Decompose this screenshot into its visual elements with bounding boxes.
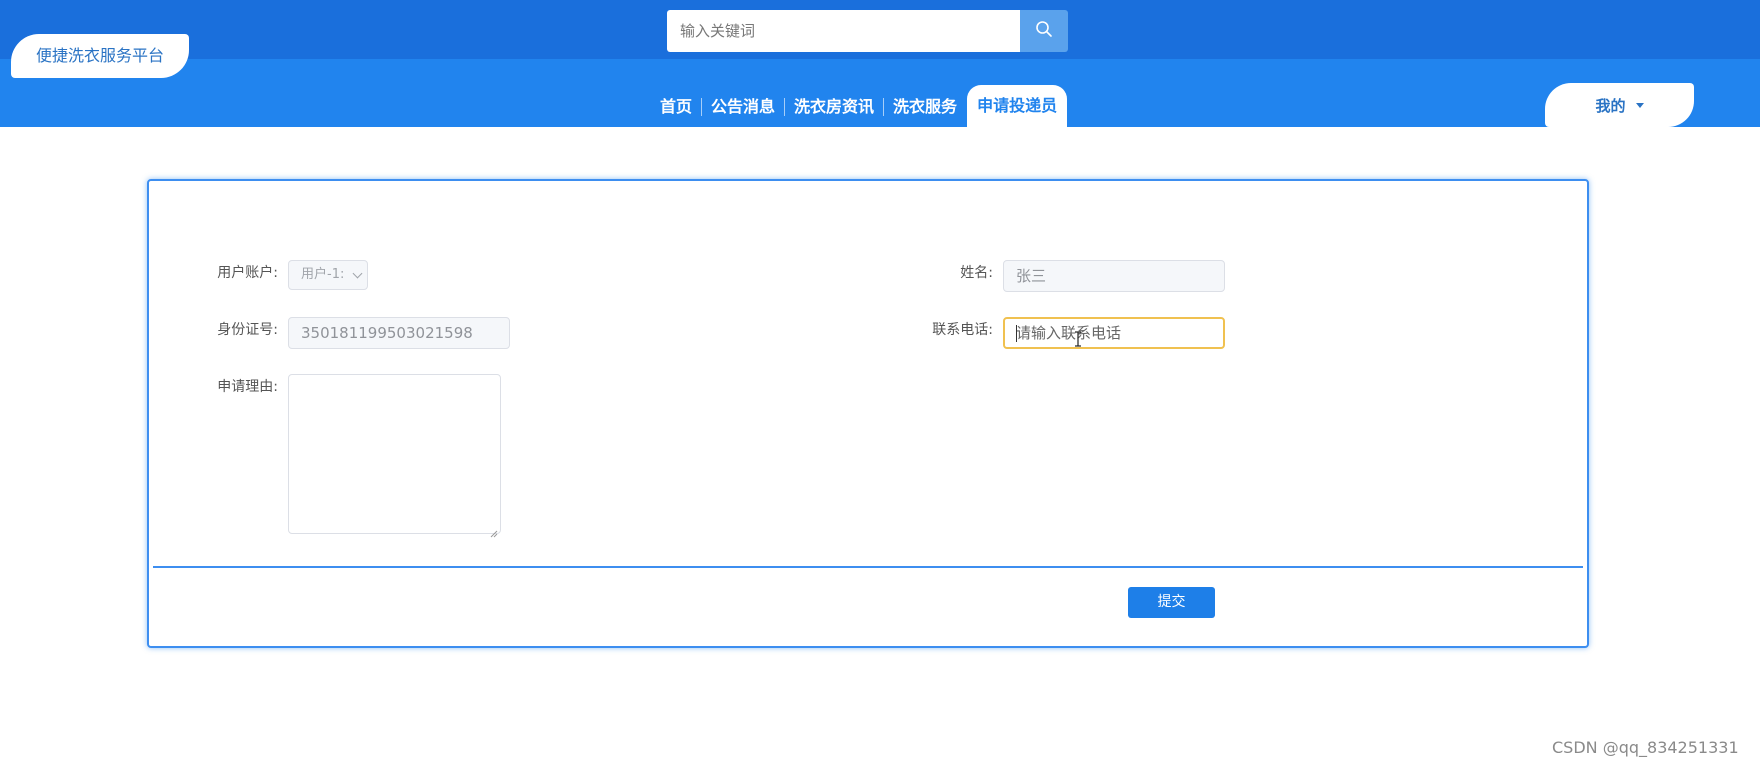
- phone-input[interactable]: 请输入联系电话: [1003, 317, 1225, 349]
- nav-item-home[interactable]: 首页: [660, 96, 692, 118]
- caret-down-icon: [1635, 102, 1644, 108]
- nav-item-laundry-service[interactable]: 洗衣服务: [893, 96, 957, 118]
- site-logo[interactable]: 便捷洗衣服务平台: [11, 34, 189, 78]
- nav-divider: [883, 98, 885, 116]
- user-account-label: 用户账户:: [217, 265, 278, 281]
- nav-divider: [784, 98, 786, 116]
- resize-handle-icon[interactable]: [490, 523, 498, 538]
- phone-placeholder: 请输入联系电话: [1016, 324, 1122, 342]
- search-box: [667, 10, 1068, 52]
- main-nav: 首页 公告消息 洗衣房资讯 洗衣服务 申请投递员: [660, 85, 1068, 127]
- nav-divider: [701, 98, 703, 116]
- nav-item-announcements[interactable]: 公告消息: [711, 96, 775, 118]
- id-number-field[interactable]: 350181199503021598: [288, 317, 510, 349]
- form-divider: [153, 566, 1583, 568]
- search-button[interactable]: [1020, 10, 1068, 52]
- site-header: 便捷洗衣服务平台 首页 公告消息 洗衣房资讯 洗衣服务 申请投递员 我的: [0, 0, 1760, 127]
- chevron-down-icon: [352, 268, 363, 279]
- search-input[interactable]: [667, 10, 1020, 52]
- name-field[interactable]: 张三: [1003, 260, 1225, 292]
- nav-item-apply-courier[interactable]: 申请投递员: [967, 85, 1068, 127]
- i-beam-cursor-icon: [1074, 331, 1082, 347]
- user-menu-label: 我的: [1595, 96, 1626, 115]
- nav-item-laundry-news[interactable]: 洗衣房资讯: [794, 96, 874, 118]
- reason-label: 申请理由:: [217, 379, 278, 395]
- phone-label: 联系电话:: [932, 322, 993, 338]
- submit-button[interactable]: 提交: [1128, 587, 1215, 618]
- reason-textarea[interactable]: [288, 374, 501, 538]
- user-menu[interactable]: 我的: [1545, 83, 1694, 127]
- name-label: 姓名:: [960, 265, 993, 281]
- user-account-value: 用户-1:: [301, 267, 345, 282]
- user-account-select[interactable]: 用户-1:: [288, 260, 368, 290]
- id-number-label: 身份证号:: [217, 322, 278, 338]
- watermark: CSDN @qq_834251331: [1552, 738, 1739, 757]
- text-cursor: [1016, 325, 1017, 342]
- search-icon: [1035, 20, 1053, 42]
